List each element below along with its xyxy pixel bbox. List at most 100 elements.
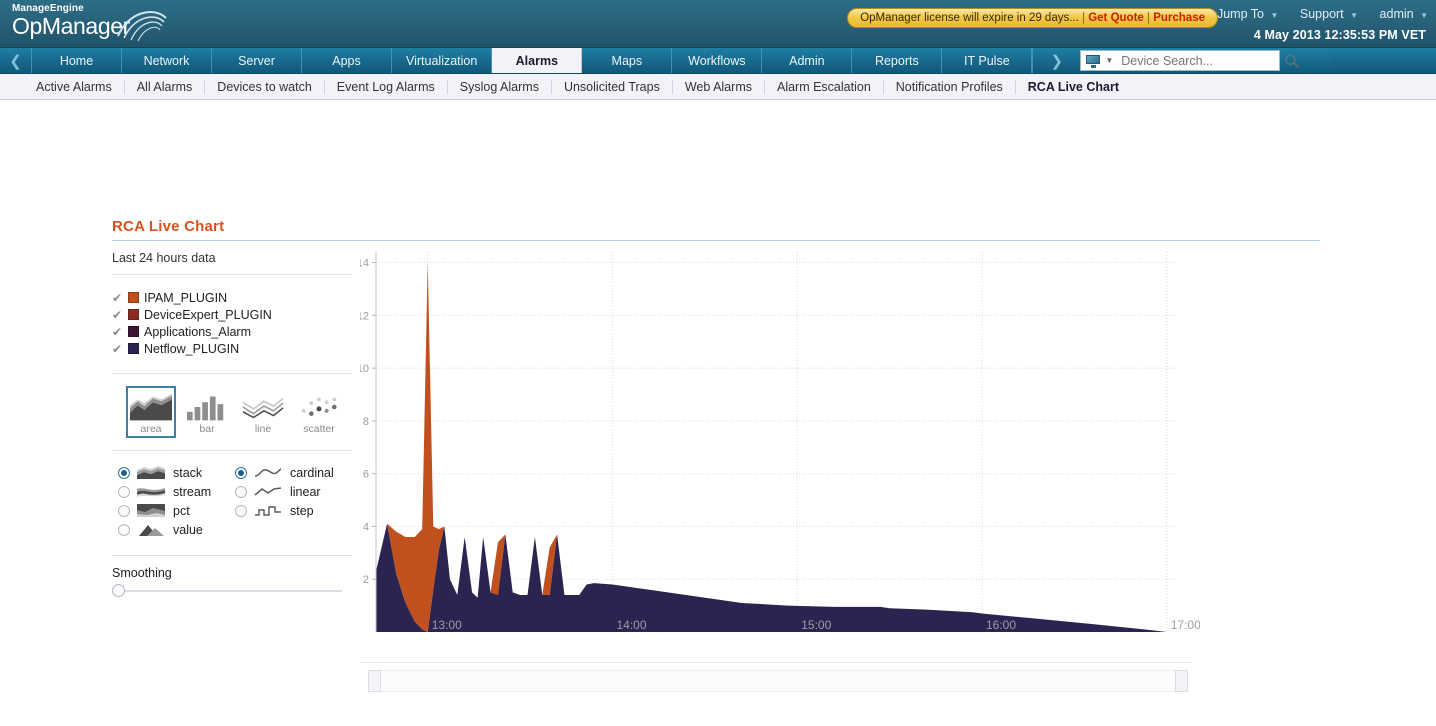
svg-text:13:00: 13:00 bbox=[432, 618, 462, 632]
radio-button[interactable] bbox=[118, 466, 130, 479]
nav-tab-virtualization[interactable]: Virtualization bbox=[392, 48, 493, 73]
search-input[interactable] bbox=[1119, 52, 1285, 69]
svg-text:10: 10 bbox=[360, 363, 369, 375]
license-expiry-banner[interactable]: OpManager license will expire in 29 days… bbox=[847, 8, 1218, 28]
radio-button[interactable] bbox=[118, 504, 130, 517]
checkmark-icon: ✔ bbox=[112, 290, 123, 305]
offset-option-group: stack stream pct value bbox=[118, 463, 235, 539]
legend-item-deviceexpert-plugin[interactable]: ✔ DeviceExpert_PLUGIN bbox=[112, 306, 352, 323]
linear-line-icon bbox=[254, 485, 284, 499]
legend-item-label: Netflow_PLUGIN bbox=[144, 341, 240, 356]
smoothing-slider-handle[interactable] bbox=[112, 584, 125, 597]
subnav-item-notification-profiles[interactable]: Notification Profiles bbox=[884, 79, 1016, 94]
offset-option-stream[interactable]: stream bbox=[118, 482, 235, 501]
legend-item-netflow-plugin[interactable]: ✔ Netflow_PLUGIN bbox=[112, 340, 352, 357]
scatter-chart-icon bbox=[298, 391, 340, 421]
admin-label: admin bbox=[1379, 7, 1414, 21]
radio-button[interactable] bbox=[118, 523, 130, 536]
license-separator-2: | bbox=[1147, 12, 1151, 24]
subnav-item-all-alarms[interactable]: All Alarms bbox=[125, 79, 206, 94]
subnav-item-unsolicited-traps[interactable]: Unsolicited Traps bbox=[552, 79, 673, 94]
brush-right-handle[interactable] bbox=[1175, 670, 1188, 692]
chart-type-bar-button[interactable]: bar bbox=[182, 386, 232, 438]
subnav-item-alarm-escalation[interactable]: Alarm Escalation bbox=[765, 79, 884, 94]
brush-left-handle[interactable] bbox=[368, 670, 381, 692]
offset-option-pct[interactable]: pct bbox=[118, 501, 235, 520]
top-utility-nav: Jump To ▼ Support ▼ admin ▼ bbox=[1199, 7, 1428, 21]
chart-type-line-button[interactable]: line bbox=[238, 386, 288, 438]
chevron-down-icon: ▼ bbox=[1270, 11, 1279, 20]
offset-option-value[interactable]: value bbox=[118, 520, 235, 539]
chart-type-scatter-button[interactable]: scatter bbox=[294, 386, 344, 438]
smoothing-label: Smoothing bbox=[112, 566, 172, 580]
subnav-item-rca-live-chart[interactable]: RCA Live Chart bbox=[1016, 80, 1131, 94]
offset-option-stack[interactable]: stack bbox=[118, 463, 235, 482]
chart-y-axis: 2 4 6 8 10 12 14 bbox=[357, 252, 377, 632]
alarms-sub-navigation: Active Alarms All Alarms Devices to watc… bbox=[0, 74, 1436, 100]
area-chart-icon bbox=[130, 391, 172, 421]
nav-tab-it-pulse[interactable]: IT Pulse bbox=[942, 48, 1033, 73]
step-line-icon bbox=[254, 504, 284, 518]
legend-item-applications-alarm[interactable]: ✔ Applications_Alarm bbox=[112, 323, 352, 340]
nav-tab-maps[interactable]: Maps bbox=[582, 48, 673, 73]
admin-menu[interactable]: admin ▼ bbox=[1380, 7, 1428, 21]
option-label: linear bbox=[290, 484, 321, 499]
search-icon[interactable] bbox=[1284, 53, 1300, 69]
svg-text:2: 2 bbox=[363, 574, 369, 586]
interpolation-option-linear[interactable]: linear bbox=[235, 482, 352, 501]
nav-tab-alarms[interactable]: Alarms bbox=[492, 48, 583, 73]
stack-icon bbox=[137, 466, 167, 480]
chart-controls-panel: Last 24 hours data ✔ IPAM_PLUGIN ✔ Devic… bbox=[112, 247, 352, 597]
subnav-item-web-alarms[interactable]: Web Alarms bbox=[673, 79, 765, 94]
device-search-box[interactable]: ▼ bbox=[1080, 50, 1300, 71]
interpolation-option-step[interactable]: step bbox=[235, 501, 352, 520]
radio-button[interactable] bbox=[235, 504, 247, 517]
subnav-item-event-log-alarms[interactable]: Event Log Alarms bbox=[325, 79, 448, 94]
support-menu[interactable]: Support ▼ bbox=[1300, 7, 1358, 21]
stream-icon bbox=[137, 485, 167, 499]
nav-tab-network[interactable]: Network bbox=[122, 48, 212, 73]
panel-divider-2 bbox=[112, 373, 352, 374]
nav-tab-home[interactable]: Home bbox=[32, 48, 122, 73]
legend-item-label: DeviceExpert_PLUGIN bbox=[144, 307, 272, 322]
chart-time-range-brush[interactable] bbox=[368, 670, 1188, 692]
subnav-item-syslog-alarms[interactable]: Syslog Alarms bbox=[448, 79, 552, 94]
nav-scroll-left-icon[interactable]: ❮ bbox=[0, 48, 32, 73]
checkmark-icon: ✔ bbox=[112, 307, 123, 322]
purchase-link[interactable]: Purchase bbox=[1153, 12, 1205, 24]
chart-svg[interactable]: 2 4 6 8 10 12 14 13:00 14:00 15:00 16:00 17:00 bbox=[357, 240, 1201, 660]
option-label: stack bbox=[173, 465, 203, 480]
radio-button[interactable] bbox=[118, 485, 130, 498]
line-chart-icon bbox=[242, 391, 284, 421]
smoothing-slider[interactable] bbox=[112, 584, 342, 597]
rca-live-chart[interactable]: 2 4 6 8 10 12 14 13:00 14:00 15:00 16:00 17:00 bbox=[357, 240, 1201, 665]
legend-item-ipam-plugin[interactable]: ✔ IPAM_PLUGIN bbox=[112, 289, 352, 306]
nav-tab-server[interactable]: Server bbox=[212, 48, 302, 73]
nav-tab-apps[interactable]: Apps bbox=[302, 48, 392, 73]
chart-area-series bbox=[376, 262, 1167, 632]
nav-tab-workflows[interactable]: Workflows bbox=[672, 48, 763, 73]
panel-divider-1 bbox=[112, 274, 352, 275]
svg-text:17:00: 17:00 bbox=[1171, 618, 1200, 632]
chevron-down-icon[interactable]: ▼ bbox=[1105, 56, 1113, 65]
subnav-item-active-alarms[interactable]: Active Alarms bbox=[24, 79, 125, 94]
legend-item-label: IPAM_PLUGIN bbox=[144, 290, 228, 305]
interpolation-option-cardinal[interactable]: cardinal bbox=[235, 463, 352, 482]
svg-text:8: 8 bbox=[363, 416, 369, 428]
radio-button[interactable] bbox=[235, 485, 247, 498]
svg-text:14:00: 14:00 bbox=[616, 618, 646, 632]
nav-tab-admin[interactable]: Admin bbox=[762, 48, 853, 73]
subnav-item-devices-to-watch[interactable]: Devices to watch bbox=[205, 79, 325, 94]
legend-color-swatch bbox=[128, 292, 139, 303]
radio-button[interactable] bbox=[235, 466, 247, 479]
brush-divider bbox=[360, 662, 1192, 663]
legend-color-swatch bbox=[128, 343, 139, 354]
nav-tab-reports[interactable]: Reports bbox=[852, 48, 943, 73]
nav-scroll-right-icon[interactable]: ❯ bbox=[1032, 48, 1080, 73]
jump-to-menu[interactable]: Jump To ▼ bbox=[1217, 7, 1278, 21]
page-content: RCA Live Chart Last 24 hours data ✔ IPAM… bbox=[0, 100, 1436, 726]
app-logo[interactable]: ManageEngine OpManager bbox=[12, 4, 167, 42]
chart-type-area-button[interactable]: area bbox=[126, 386, 176, 438]
legend-color-swatch bbox=[128, 309, 139, 320]
get-quote-link[interactable]: Get Quote bbox=[1088, 12, 1144, 24]
